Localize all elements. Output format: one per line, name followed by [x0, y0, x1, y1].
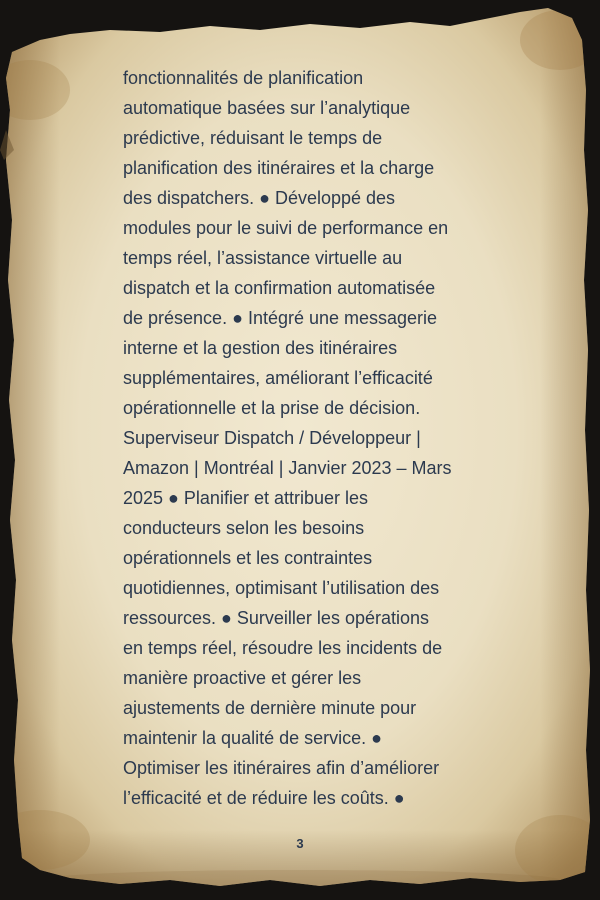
text-line: des dispatchers. ● Développé des: [123, 188, 396, 208]
text-line: l’efficacité et de réduire les coûts. ●: [123, 788, 405, 808]
text-line: en temps réel, résoudre les incidents de: [123, 638, 443, 658]
body-text: fonctionnalités de planification automati…: [123, 63, 503, 813]
text-line: opérationnels et les contraintes: [123, 548, 373, 568]
text-line: fonctionnalités de planification: [123, 68, 364, 88]
text-line: opérationnelle et la prise de décision.: [123, 398, 421, 418]
text-line: quotidiennes, optimisant l’utilisation d…: [123, 578, 440, 598]
text-line: maintenir la qualité de service. ●: [123, 728, 382, 748]
text-line: Amazon | Montréal | Janvier 2023 – Mars: [123, 458, 452, 478]
text-line: Optimiser les itinéraires afin d’amélior…: [123, 758, 440, 778]
text-line: supplémentaires, améliorant l’efficacité: [123, 368, 433, 388]
text-line: temps réel, l’assistance virtuelle au: [123, 248, 403, 268]
text-line: manière proactive et gérer les: [123, 668, 362, 688]
text-line: Superviseur Dispatch / Développeur |: [123, 428, 421, 448]
text-line: modules pour le suivi de performance en: [123, 218, 449, 238]
text-line: planification des itinéraires et la char…: [123, 158, 435, 178]
page-number: 3: [296, 836, 304, 851]
text-line: interne et la gestion des itinéraires: [123, 338, 398, 358]
text-line: ajustements de dernière minute pour: [123, 698, 417, 718]
text-line: ressources. ● Surveiller les opérations: [123, 608, 429, 628]
text-line: automatique basées sur l’analytique: [123, 98, 411, 118]
text-line: dispatch et la confirmation automatisée: [123, 278, 436, 298]
text-line: conducteurs selon les besoins: [123, 518, 365, 538]
text-line: de présence. ● Intégré une messagerie: [123, 308, 438, 328]
text-line: prédictive, réduisant le temps de: [123, 128, 383, 148]
text-line: 2025 ● Planifier et attribuer les: [123, 488, 369, 508]
document-page: fonctionnalités de planification automati…: [0, 0, 600, 900]
